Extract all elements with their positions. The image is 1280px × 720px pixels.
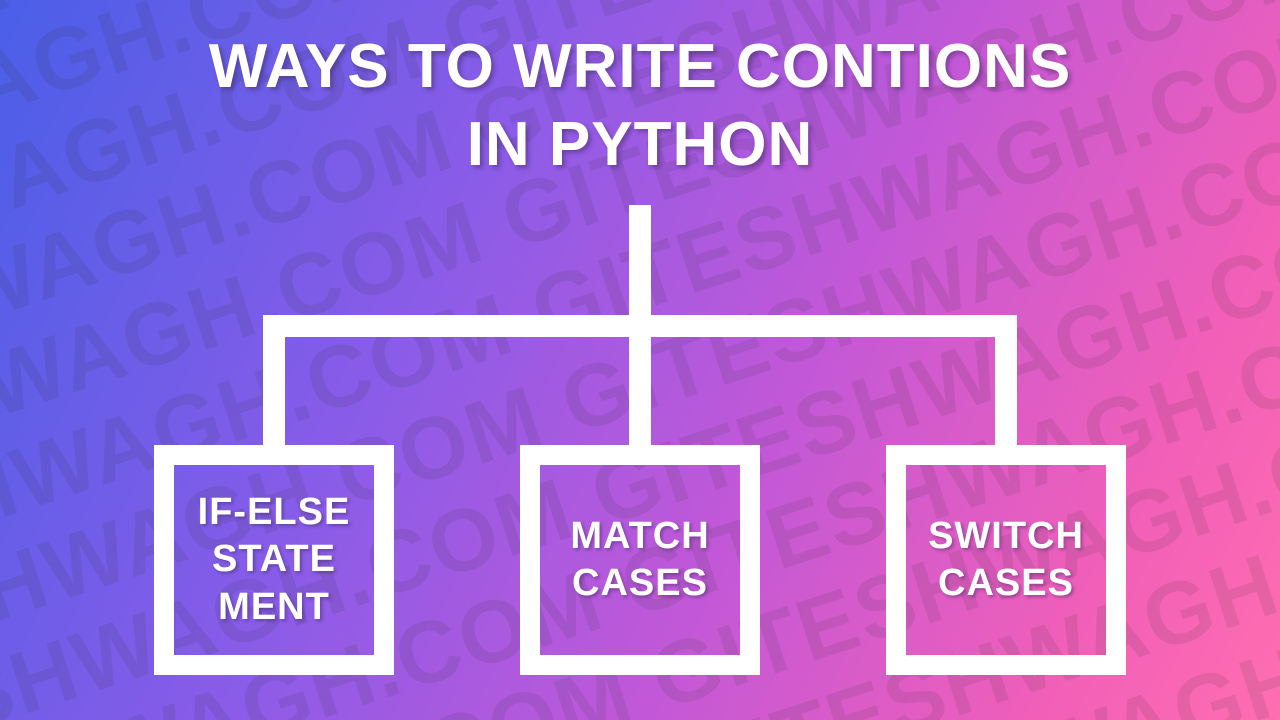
title-line-1: WAYS TO WRITE CONTIONS — [209, 32, 1072, 101]
box-match-cases-label: MATCH CASES — [570, 513, 709, 608]
box-match-cases: MATCH CASES — [520, 445, 760, 675]
box-if-else-label: IF-ELSE STATE MENT — [198, 489, 351, 632]
box-switch-line1: SWITCH — [928, 515, 1084, 557]
box-if-else-line2: STATE — [212, 538, 336, 580]
box-switch-cases: SWITCH CASES — [886, 445, 1126, 675]
tree-diagram: IF-ELSE STATE MENT MATCH CASES SWITCH CA… — [0, 205, 1280, 705]
title-line-2: IN PYTHON — [467, 110, 814, 179]
tree-drop-center — [629, 315, 651, 445]
box-switch-cases-label: SWITCH CASES — [928, 513, 1084, 608]
box-if-else-line3: MENT — [218, 586, 330, 628]
box-if-else-line1: IF-ELSE — [198, 491, 351, 533]
diagram-canvas: GITESHWAGH.COM GITESHWAGH.COM GITESHWAGH… — [0, 0, 1280, 720]
box-if-else: IF-ELSE STATE MENT — [154, 445, 394, 675]
tree-drop-left — [263, 315, 285, 445]
box-switch-line2: CASES — [938, 562, 1074, 604]
tree-stem — [629, 205, 651, 315]
box-match-line2: CASES — [572, 562, 708, 604]
diagram-title: WAYS TO WRITE CONTIONS IN PYTHON — [0, 28, 1280, 183]
tree-drop-right — [995, 315, 1017, 445]
box-match-line1: MATCH — [570, 515, 709, 557]
